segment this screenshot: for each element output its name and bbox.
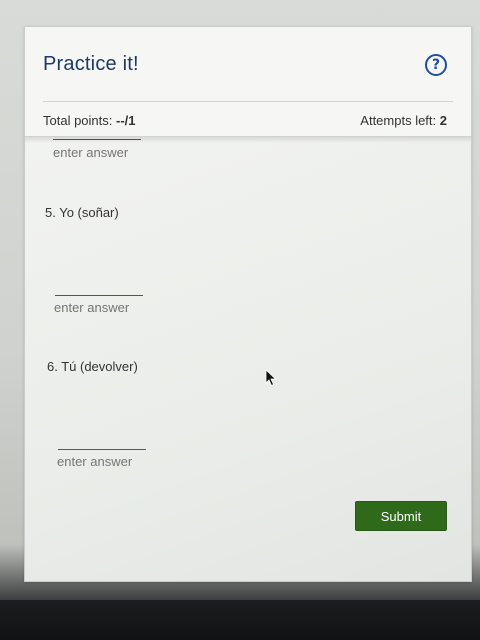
header: Practice it! ? Total points: --/1 Attemp…: [25, 27, 471, 137]
question-circle-icon[interactable]: ?: [425, 54, 447, 76]
header-divider: [43, 101, 453, 102]
attempts-left: Attempts left: 2: [360, 113, 447, 128]
attempts-left-label: Attempts left:: [360, 113, 440, 128]
question-5-prompt: 5. Yo (soñar): [45, 205, 119, 220]
total-points-label: Total points:: [43, 113, 116, 128]
monitor-bezel: [0, 600, 480, 640]
answer-input-4[interactable]: [53, 145, 153, 160]
answer-underline-5: [55, 295, 143, 296]
answer-input-5[interactable]: [54, 300, 164, 315]
attempts-left-value: 2: [439, 113, 447, 128]
submit-button[interactable]: Submit: [355, 501, 447, 531]
header-shadow: [25, 137, 471, 143]
page-title: Practice it!: [43, 53, 139, 75]
answer-input-6[interactable]: [57, 454, 167, 469]
practice-card: 5. Yo (soñar) 6. Tú (devolver) Submit Pr…: [24, 26, 472, 582]
answer-underline-6: [58, 449, 146, 450]
total-points-value: --/1: [116, 113, 136, 128]
question-6-prompt: 6. Tú (devolver): [47, 359, 138, 374]
mouse-pointer-icon: [265, 369, 277, 387]
total-points: Total points: --/1: [43, 113, 136, 128]
